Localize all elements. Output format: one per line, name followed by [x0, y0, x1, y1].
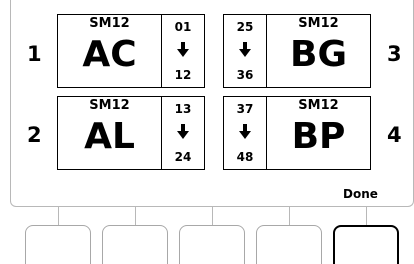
module-main: SM12 AL — [58, 97, 162, 169]
range-end: 12 — [174, 68, 192, 82]
controller-display: 1 SM12 AC 01 12 2 SM12 AL 13 24 25 36 SM… — [0, 0, 414, 264]
slot-number-1: 1 — [27, 42, 42, 66]
module-slot-1[interactable]: SM12 AC 01 12 — [57, 14, 205, 88]
arrow-down-icon — [177, 42, 189, 62]
range-start: 13 — [174, 102, 192, 116]
module-main: SM12 BG — [266, 15, 370, 87]
station-range: 37 48 — [224, 97, 266, 169]
arrow-down-icon — [239, 42, 251, 62]
module-code: BP — [291, 116, 346, 157]
done-softkey-label: Done — [343, 187, 378, 201]
softkey-leader-line — [366, 207, 367, 225]
range-end: 24 — [174, 150, 192, 164]
softkey-leader-line — [58, 207, 59, 225]
lcd-screen: 1 SM12 AC 01 12 2 SM12 AL 13 24 25 36 SM… — [10, 0, 414, 207]
softkey-leader-line — [289, 207, 290, 225]
module-slot-2[interactable]: SM12 AL 13 24 — [57, 96, 205, 170]
slot-number-3: 3 — [387, 42, 402, 66]
module-model: SM12 — [298, 16, 339, 31]
station-range: 13 24 — [162, 97, 204, 169]
range-end: 48 — [236, 150, 254, 164]
softkey-1[interactable] — [25, 225, 91, 264]
module-model: SM12 — [89, 16, 130, 31]
module-model: SM12 — [89, 98, 130, 113]
station-range: 01 12 — [162, 15, 204, 87]
station-range: 25 36 — [224, 15, 266, 87]
module-code: BG — [290, 34, 347, 75]
module-code: AC — [82, 34, 137, 75]
softkey-2[interactable] — [102, 225, 168, 264]
softkey-4[interactable] — [256, 225, 322, 264]
range-start: 37 — [236, 102, 254, 116]
module-slot-4[interactable]: 37 48 SM12 BP — [223, 96, 371, 170]
range-start: 25 — [236, 20, 254, 34]
softkey-leader-line — [212, 207, 213, 225]
module-main: SM12 BP — [266, 97, 370, 169]
module-model: SM12 — [298, 98, 339, 113]
slot-number-4: 4 — [387, 123, 402, 147]
softkey-3[interactable] — [179, 225, 245, 264]
done-button[interactable] — [333, 225, 399, 264]
module-slot-3[interactable]: 25 36 SM12 BG — [223, 14, 371, 88]
range-end: 36 — [236, 68, 254, 82]
arrow-down-icon — [239, 124, 251, 144]
range-start: 01 — [174, 20, 192, 34]
slot-number-2: 2 — [27, 123, 42, 147]
module-main: SM12 AC — [58, 15, 162, 87]
module-code: AL — [84, 116, 135, 157]
softkey-leader-line — [135, 207, 136, 225]
arrow-down-icon — [177, 124, 189, 144]
